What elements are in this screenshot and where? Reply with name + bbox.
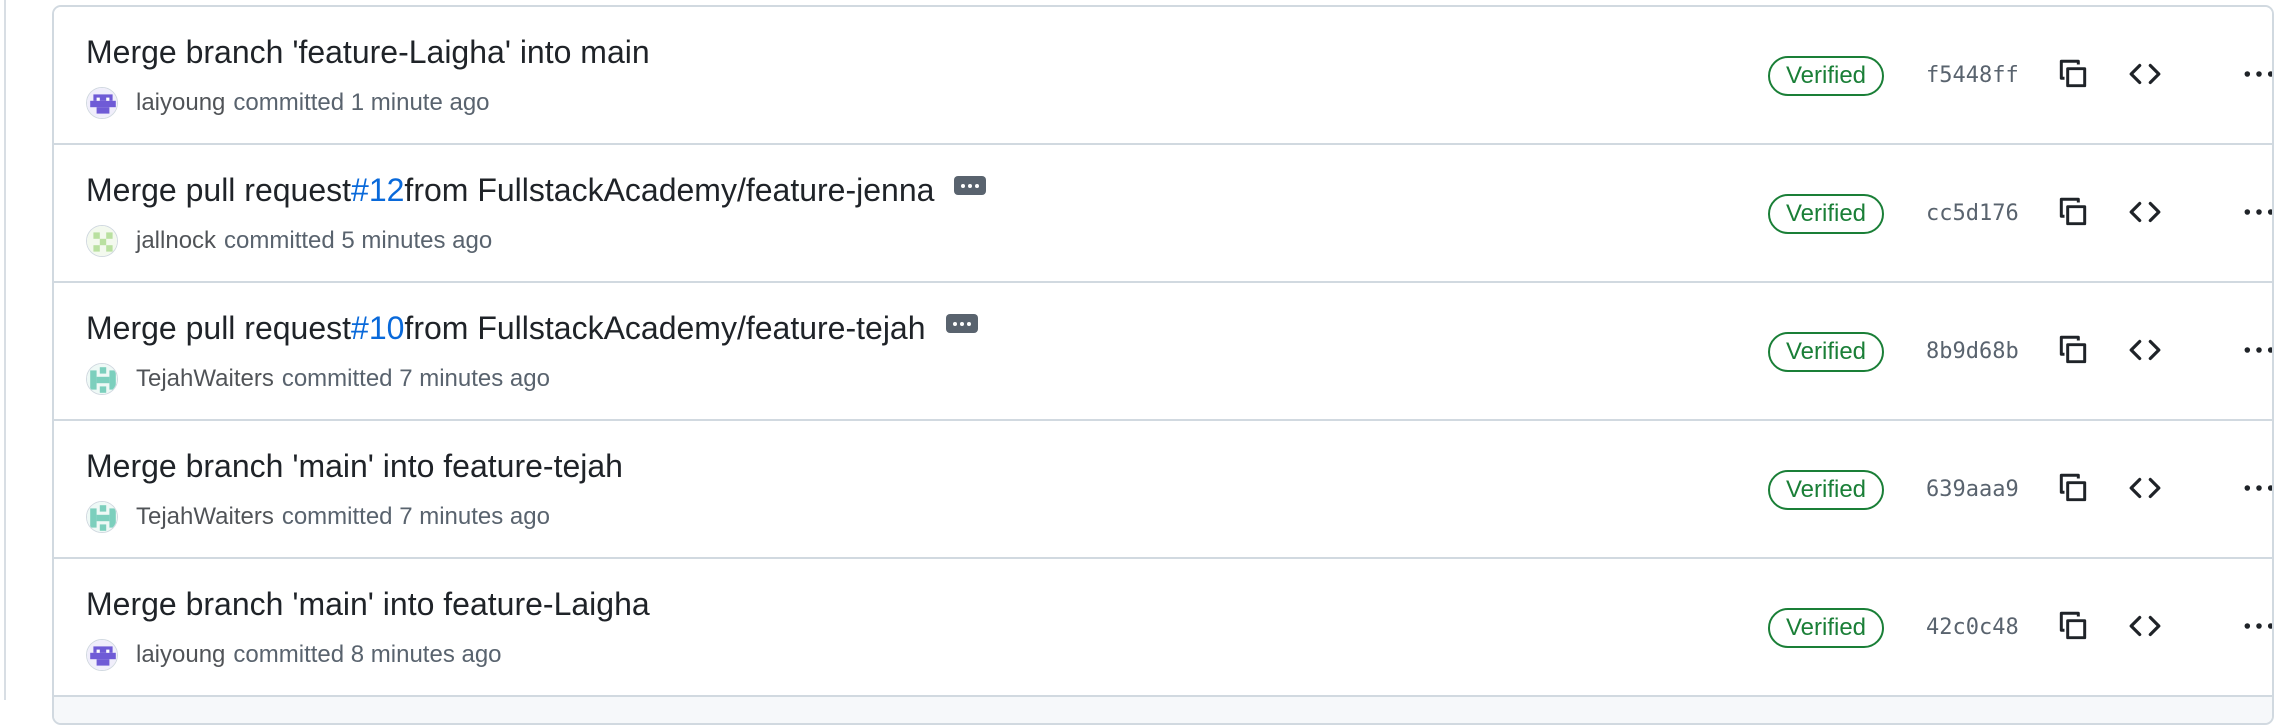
- commit-title-text[interactable]: Merge branch 'main' into feature-Laigha: [86, 581, 650, 627]
- verified-badge[interactable]: Verified: [1768, 56, 1884, 96]
- copy-icon: [2056, 609, 2090, 648]
- more-actions-button[interactable]: [2236, 191, 2272, 237]
- pull-request-link[interactable]: #12: [351, 167, 404, 213]
- browse-repo-button[interactable]: [2122, 605, 2168, 651]
- expand-message-button[interactable]: [954, 175, 987, 195]
- kebab-horizontal-icon: [2242, 609, 2272, 648]
- commit-time: committed 7 minutes ago: [281, 503, 550, 530]
- commit-row: Merge branch 'main' into feature-tejah T…: [54, 421, 2272, 559]
- commit-title[interactable]: Merge branch 'feature-Laigha' into main: [86, 29, 650, 75]
- commit-title-text[interactable]: Merge branch 'feature-Laigha' into main: [86, 29, 650, 75]
- commit-author[interactable]: jallnock: [136, 227, 216, 255]
- avatar[interactable]: [86, 87, 118, 119]
- commit-row: Merge branch 'main' into feature-Laigha …: [54, 559, 2272, 697]
- commit-sha[interactable]: cc5d176: [1926, 194, 2019, 234]
- commit-row: Merge pull request #10 from FullstackAca…: [54, 283, 2272, 421]
- browse-repo-button[interactable]: [2122, 191, 2168, 237]
- commit-list: Merge branch 'feature-Laigha' into main …: [52, 5, 2274, 725]
- commit-author[interactable]: laiyoung: [136, 641, 225, 669]
- copy-sha-button[interactable]: [2050, 329, 2096, 375]
- copy-icon: [2056, 471, 2090, 510]
- expand-message-button[interactable]: [945, 313, 978, 333]
- page-left-border: [4, 0, 6, 700]
- copy-icon: [2056, 333, 2090, 372]
- commit-time: committed 7 minutes ago: [281, 365, 550, 392]
- commit-meta: laiyoung committed 1 minute ago: [86, 85, 490, 121]
- commit-time: committed 8 minutes ago: [233, 641, 502, 668]
- browse-repo-button[interactable]: [2122, 53, 2168, 99]
- commit-sha[interactable]: 8b9d68b: [1926, 332, 2019, 372]
- browse-repo-button[interactable]: [2122, 467, 2168, 513]
- commit-title-text[interactable]: Merge pull request: [86, 305, 351, 351]
- kebab-horizontal-icon: [2242, 195, 2272, 234]
- copy-sha-button[interactable]: [2050, 605, 2096, 651]
- commit-title[interactable]: Merge branch 'main' into feature-Laigha: [86, 581, 650, 627]
- commit-sha[interactable]: 639aaa9: [1926, 470, 2019, 510]
- browse-repo-button[interactable]: [2122, 329, 2168, 375]
- commit-title-rest[interactable]: from FullstackAcademy/feature-jenna: [404, 167, 934, 213]
- avatar[interactable]: [86, 639, 118, 671]
- code-icon: [2128, 609, 2162, 648]
- commit-author[interactable]: TejahWaiters: [136, 365, 274, 393]
- commit-title-text[interactable]: Merge pull request: [86, 167, 351, 213]
- code-icon: [2128, 195, 2162, 234]
- avatar[interactable]: [86, 501, 118, 533]
- commit-meta: TejahWaiters committed 7 minutes ago: [86, 499, 550, 535]
- avatar[interactable]: [86, 363, 118, 395]
- commit-meta: laiyoung committed 8 minutes ago: [86, 637, 502, 673]
- code-icon: [2128, 333, 2162, 372]
- more-actions-button[interactable]: [2236, 467, 2272, 513]
- commit-sha[interactable]: f5448ff: [1926, 56, 2019, 96]
- commit-title[interactable]: Merge branch 'main' into feature-tejah: [86, 443, 623, 489]
- kebab-horizontal-icon: [2242, 471, 2272, 510]
- commit-time: committed 5 minutes ago: [224, 227, 493, 254]
- copy-icon: [2056, 195, 2090, 234]
- commit-title[interactable]: Merge pull request #12 from FullstackAca…: [86, 167, 987, 213]
- copy-sha-button[interactable]: [2050, 191, 2096, 237]
- code-icon: [2128, 471, 2162, 510]
- commit-author[interactable]: TejahWaiters: [136, 503, 274, 531]
- more-actions-button[interactable]: [2236, 53, 2272, 99]
- commit-title[interactable]: Merge pull request #10 from FullstackAca…: [86, 305, 978, 351]
- copy-sha-button[interactable]: [2050, 467, 2096, 513]
- commit-meta: jallnock committed 5 minutes ago: [86, 223, 492, 259]
- verified-badge[interactable]: Verified: [1768, 608, 1884, 648]
- commit-meta: TejahWaiters committed 7 minutes ago: [86, 361, 550, 397]
- commit-row: Merge branch 'feature-Laigha' into main …: [54, 7, 2272, 145]
- more-actions-button[interactable]: [2236, 605, 2272, 651]
- pull-request-link[interactable]: #10: [351, 305, 404, 351]
- commit-row: Merge pull request #12 from FullstackAca…: [54, 145, 2272, 283]
- code-icon: [2128, 57, 2162, 96]
- verified-badge[interactable]: Verified: [1768, 194, 1884, 234]
- commit-time: committed 1 minute ago: [233, 89, 490, 116]
- commit-list-footer: [54, 697, 2272, 723]
- commit-title-text[interactable]: Merge branch 'main' into feature-tejah: [86, 443, 623, 489]
- verified-badge[interactable]: Verified: [1768, 470, 1884, 510]
- verified-badge[interactable]: Verified: [1768, 332, 1884, 372]
- avatar[interactable]: [86, 225, 118, 257]
- copy-sha-button[interactable]: [2050, 53, 2096, 99]
- more-actions-button[interactable]: [2236, 329, 2272, 375]
- copy-icon: [2056, 57, 2090, 96]
- commit-author[interactable]: laiyoung: [136, 89, 225, 117]
- commit-title-rest[interactable]: from FullstackAcademy/feature-tejah: [404, 305, 925, 351]
- kebab-horizontal-icon: [2242, 333, 2272, 372]
- kebab-horizontal-icon: [2242, 57, 2272, 96]
- commit-sha[interactable]: 42c0c48: [1926, 608, 2019, 648]
